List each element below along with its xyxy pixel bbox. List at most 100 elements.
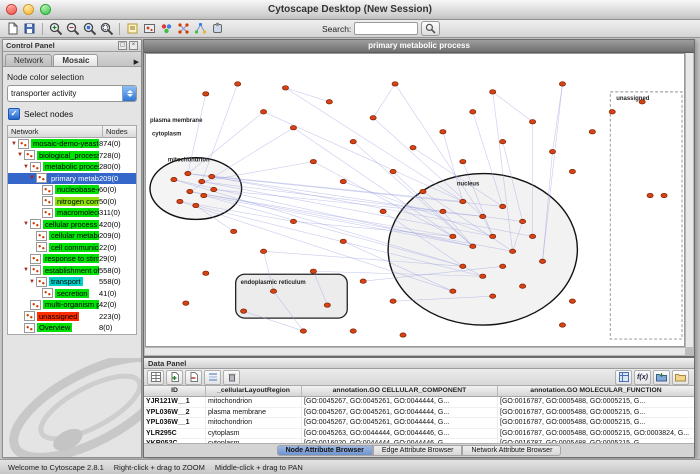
network-node[interactable] (324, 303, 330, 307)
node-color-dropdown[interactable]: transporter activity (7, 85, 137, 102)
tab-node-attribute-browser[interactable]: Node Attribute Browser (277, 445, 373, 456)
network-edge[interactable] (493, 92, 533, 122)
tree-item-nitrogen-compo[interactable]: nitrogen compo50(0) (8, 196, 136, 208)
plugin-icon[interactable] (209, 21, 226, 36)
network-node[interactable] (410, 145, 416, 149)
network-node[interactable] (350, 140, 356, 144)
birdseye-icon[interactable] (141, 21, 158, 36)
network-edge[interactable] (285, 88, 329, 102)
expander-icon[interactable]: ▼ (22, 267, 30, 273)
network-node[interactable] (183, 301, 189, 305)
network-node[interactable] (209, 174, 215, 178)
network-node[interactable] (260, 249, 266, 253)
network-node[interactable] (500, 204, 506, 208)
network-node[interactable] (420, 189, 426, 193)
tab-network-attribute-browser[interactable]: Network Attribute Browser (462, 445, 561, 456)
expander-icon[interactable]: ▼ (16, 152, 24, 158)
network-node[interactable] (193, 203, 199, 207)
network-edge[interactable] (373, 84, 395, 118)
network-node[interactable] (326, 100, 332, 104)
network-node[interactable] (270, 289, 276, 293)
network-node[interactable] (470, 110, 476, 114)
network-node[interactable] (661, 193, 667, 197)
column-header-id[interactable]: ID (144, 386, 206, 396)
network-node[interactable] (460, 264, 466, 268)
network-edge[interactable] (552, 84, 562, 152)
tab-network[interactable]: Network (5, 54, 52, 66)
open-folder-icon[interactable] (672, 370, 689, 385)
vizmapper-icon[interactable] (158, 21, 175, 36)
unassigned-region[interactable] (610, 92, 682, 339)
network-node[interactable] (460, 159, 466, 163)
network-node[interactable] (559, 82, 565, 86)
network-node[interactable] (390, 299, 396, 303)
network-node[interactable] (231, 229, 237, 233)
network-node[interactable] (569, 299, 575, 303)
network-node[interactable] (203, 92, 209, 96)
tree-item-biological-process[interactable]: ▼biological_process728(0) (8, 150, 136, 162)
tree-item-cell-communica[interactable]: cell communica22(0) (8, 242, 136, 254)
network-node[interactable] (360, 279, 366, 283)
network-node[interactable] (500, 264, 506, 268)
tree-item-unassigned[interactable]: unassigned223(0) (8, 311, 136, 323)
zoom-fit-icon[interactable] (98, 21, 115, 36)
formula-button[interactable]: f(x) (634, 370, 651, 385)
attribute-list-icon[interactable] (204, 370, 221, 385)
network-node[interactable] (177, 199, 183, 203)
network-node[interactable] (171, 177, 177, 181)
table-row-ypl036w-1[interactable]: YPL036W__1mitochondrion[GO:0045267, GO:0… (144, 418, 694, 429)
expander-icon[interactable]: ▼ (22, 164, 30, 170)
expander-icon[interactable]: ▼ (28, 279, 36, 285)
network-node[interactable] (235, 82, 241, 86)
network-node[interactable] (340, 239, 346, 243)
network-node[interactable] (201, 193, 207, 197)
network-view-window[interactable]: primary metabolic process plasma membran… (143, 39, 695, 357)
zoom-selected-icon[interactable] (81, 21, 98, 36)
network-node[interactable] (520, 284, 526, 288)
select-attributes-icon[interactable] (147, 370, 164, 385)
tree-item-overview[interactable]: Overview8(0) (8, 322, 136, 334)
network-node[interactable] (490, 234, 496, 238)
close-panel-icon[interactable]: × (129, 41, 138, 50)
network-node[interactable] (539, 259, 545, 263)
float-panel-icon[interactable]: ▢ (118, 41, 127, 50)
zoom-out-icon[interactable] (64, 21, 81, 36)
network-node[interactable] (440, 209, 446, 213)
tree-item-transport[interactable]: ▼transport558(0) (8, 276, 136, 288)
table-row-yjr121w-1[interactable]: YJR121W__1mitochondrion[GO:0045267, GO:0… (144, 397, 694, 408)
network-view-title[interactable]: primary metabolic process (144, 40, 694, 53)
nodes-column-header[interactable]: Nodes (103, 126, 131, 137)
network-node[interactable] (187, 189, 193, 193)
zoom-in-icon[interactable] (47, 21, 64, 36)
tab-edge-attribute-browser[interactable]: Edge Attribute Browser (373, 445, 463, 456)
network-node[interactable] (260, 110, 266, 114)
network-node[interactable] (609, 110, 615, 114)
network-node[interactable] (211, 187, 217, 191)
delete-attribute-icon[interactable] (185, 370, 202, 385)
network-node[interactable] (392, 82, 398, 86)
network-node[interactable] (310, 269, 316, 273)
document-icon[interactable] (4, 21, 21, 36)
tree-item-cellular-metabo[interactable]: cellular metabo209(0) (8, 230, 136, 242)
network-node[interactable] (589, 130, 595, 134)
network-node[interactable] (480, 214, 486, 218)
tree-item-establishment-of-lo[interactable]: ▼establishment of lo558(0) (8, 265, 136, 277)
network-node[interactable] (490, 294, 496, 298)
tree-item-mosaic-demo-yeast[interactable]: ▼mosaic-demo-yeast874(0) (8, 138, 136, 150)
network-node[interactable] (300, 329, 306, 333)
network-node[interactable] (520, 219, 526, 223)
column-header-annotation-go-molecular-function[interactable]: annotation.GO MOLECULAR_FUNCTION (498, 386, 694, 396)
attribute-matrix-icon[interactable] (615, 370, 632, 385)
network-node[interactable] (290, 219, 296, 223)
network-node[interactable] (350, 329, 356, 333)
network-node[interactable] (390, 169, 396, 173)
network-node[interactable] (203, 271, 209, 275)
table-row-ypl036w-2[interactable]: YPL036W__2plasma membrane[GO:0045267, GO… (144, 408, 694, 419)
create-attribute-icon[interactable] (166, 370, 183, 385)
column-header-cellularlayoutregion[interactable]: _cellularLayoutRegion (206, 386, 302, 396)
tree-item-cellular-process[interactable]: ▼cellular process420(0) (8, 219, 136, 231)
tab-overflow-arrow[interactable]: ▶ (134, 58, 139, 66)
network-node[interactable] (199, 179, 205, 183)
network-node[interactable] (380, 209, 386, 213)
network-node[interactable] (400, 333, 406, 337)
